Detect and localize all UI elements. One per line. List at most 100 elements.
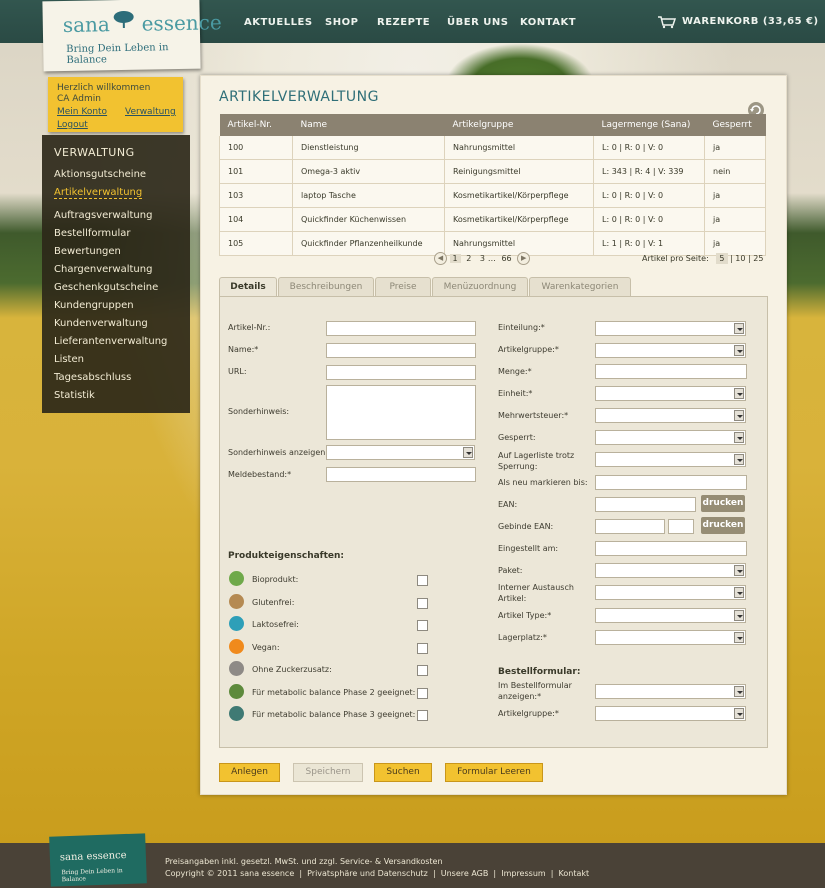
- sidebar-item-bewertungen[interactable]: Bewertungen: [54, 246, 121, 257]
- tab-menuezuordnung[interactable]: Menüzuordnung: [432, 277, 528, 296]
- vegan-checkbox[interactable]: [417, 643, 428, 654]
- footer-logo-text: sana essence: [59, 850, 127, 864]
- sidebar-item-kundenverwaltung[interactable]: Kundenverwaltung: [54, 318, 148, 329]
- ean-input[interactable]: [595, 497, 696, 512]
- column-header[interactable]: Lagermenge (Sana): [593, 114, 705, 136]
- save-button[interactable]: Speichern: [293, 763, 363, 782]
- sidebar-item-aktionsgutscheine[interactable]: Aktionsgutscheine: [54, 169, 146, 180]
- next-page-icon[interactable]: ▶: [517, 252, 531, 265]
- nav-kontakt[interactable]: KONTAKT: [520, 17, 576, 28]
- page-link[interactable]: 1: [449, 254, 461, 263]
- sugar-icon: [229, 661, 244, 676]
- table-row[interactable]: 103 laptop Tasche Kosmetikartikel/Körperpf…: [219, 183, 766, 208]
- sidebar-item-statistik[interactable]: Statistik: [54, 390, 95, 401]
- admin-link[interactable]: Verwaltung: [125, 107, 176, 117]
- cell: Quickfinder Küchenwissen: [292, 207, 445, 232]
- url-label: URL:: [228, 367, 247, 376]
- per-page-option[interactable]: 25: [753, 254, 763, 263]
- print-pack-ean-button[interactable]: drucken: [701, 517, 745, 534]
- column-header[interactable]: Gesperrt: [704, 114, 766, 136]
- show-note-select[interactable]: [326, 445, 475, 460]
- bio-checkbox[interactable]: [417, 575, 428, 586]
- print-ean-button[interactable]: drucken: [701, 495, 745, 512]
- per-page-option[interactable]: 10: [735, 254, 745, 263]
- tab-warenkategorien[interactable]: Warenkategorien: [529, 277, 631, 296]
- footer-logo[interactable]: sana essence Bring Dein Leben in Balance: [49, 833, 147, 887]
- property-label: Ohne Zuckerzusatz:: [252, 665, 332, 674]
- note-textarea[interactable]: [326, 385, 476, 440]
- search-button[interactable]: Suchen: [374, 763, 432, 782]
- tab-preise[interactable]: Preise: [375, 277, 431, 296]
- cell: L: 1 | R: 0 | V: 1: [593, 231, 705, 256]
- clear-form-button[interactable]: Formular Leeren: [445, 763, 543, 782]
- my-account-link[interactable]: Mein Konto: [57, 107, 107, 117]
- chevron-down-icon: [734, 454, 744, 465]
- logout-link[interactable]: Logout: [57, 120, 88, 130]
- sidebar-item-bestellformular[interactable]: Bestellformular: [54, 228, 131, 239]
- lactose-free-checkbox[interactable]: [417, 620, 428, 631]
- column-header[interactable]: Artikelgruppe: [444, 114, 594, 136]
- sidebar-item-artikelverwaltung[interactable]: Artikelverwaltung: [54, 187, 143, 199]
- url-input[interactable]: [326, 365, 476, 380]
- created-input[interactable]: [595, 541, 747, 556]
- mb-phase3-checkbox[interactable]: [417, 710, 428, 721]
- mb-phase2-checkbox[interactable]: [417, 688, 428, 699]
- sidebar-item-chargenverwaltung[interactable]: Chargenverwaltung: [54, 264, 152, 275]
- tab-beschreibungen[interactable]: Beschreibungen: [278, 277, 374, 296]
- min-stock-input[interactable]: [326, 467, 476, 482]
- table-row[interactable]: 100 Dienstleistung Nahrungsmittel L: 0 | R:…: [219, 136, 766, 160]
- order-form-show-select[interactable]: [595, 684, 746, 699]
- exchange-select[interactable]: [595, 585, 746, 600]
- storage-select[interactable]: [595, 630, 746, 645]
- sidebar-item-listen[interactable]: Listen: [54, 354, 84, 365]
- unit-label: Einheit:*: [498, 389, 533, 398]
- article-no-label: Artikel-Nr.:: [228, 323, 271, 332]
- gluten-free-checkbox[interactable]: [417, 598, 428, 609]
- cart-link[interactable]: WARENKORB (33,65 €): [682, 16, 819, 27]
- cart-icon[interactable]: [657, 15, 677, 29]
- column-header[interactable]: Artikel-Nr.: [219, 114, 293, 136]
- unit-select[interactable]: [595, 386, 746, 401]
- group-select[interactable]: [595, 343, 746, 358]
- stocklist-select[interactable]: [595, 452, 746, 467]
- page-link[interactable]: 3: [477, 254, 488, 263]
- order-form-group-select[interactable]: [595, 706, 746, 721]
- logo-text: sana essence: [62, 10, 222, 38]
- table-row[interactable]: 104 Quickfinder Küchenwissen Kosmetikartik…: [219, 207, 766, 232]
- type-select[interactable]: [595, 608, 746, 623]
- logo[interactable]: sana essence Bring Dein Leben in Balance: [42, 0, 222, 72]
- page-title: ARTIKELVERWALTUNG: [219, 89, 379, 105]
- classification-select[interactable]: [595, 321, 746, 336]
- sidebar-item-tagesabschluss[interactable]: Tagesabschluss: [54, 372, 131, 383]
- nav-shop[interactable]: SHOP: [325, 17, 358, 28]
- sidebar-item-kundengruppen[interactable]: Kundengruppen: [54, 300, 134, 311]
- table-row[interactable]: 101 Omega-3 aktiv Reinigungsmittel L: 343 |…: [219, 159, 766, 184]
- create-button[interactable]: Anlegen: [219, 763, 280, 782]
- no-sugar-checkbox[interactable]: [417, 665, 428, 676]
- vat-select[interactable]: [595, 408, 746, 423]
- nav-rezepte[interactable]: REZEPTE: [377, 17, 430, 28]
- sidebar-item-geschenkgutscheine[interactable]: Geschenkgutscheine: [54, 282, 158, 293]
- quantity-input[interactable]: [595, 364, 747, 379]
- sidebar-item-lieferantenverwaltung[interactable]: Lieferantenverwaltung: [54, 336, 167, 347]
- per-page-option[interactable]: 5: [716, 253, 728, 264]
- tab-details[interactable]: Details: [219, 277, 277, 297]
- footer-links[interactable]: Copyright © 2011 sana essence | Privatsp…: [165, 869, 589, 878]
- package-select[interactable]: [595, 563, 746, 578]
- nav-ueber-uns[interactable]: ÜBER UNS: [447, 17, 508, 28]
- pack-ean-count-input[interactable]: [668, 519, 694, 534]
- column-header[interactable]: Name: [292, 114, 445, 136]
- sidebar-item-auftragsverwaltung[interactable]: Auftragsverwaltung: [54, 210, 152, 221]
- mark-new-input[interactable]: [595, 475, 747, 490]
- nav-aktuelles[interactable]: AKTUELLES: [244, 17, 313, 28]
- locked-select[interactable]: [595, 430, 746, 445]
- note-label: Sonderhinweis:: [228, 407, 290, 416]
- page-link[interactable]: 66: [498, 254, 514, 263]
- name-input[interactable]: [326, 343, 476, 358]
- prev-page-icon[interactable]: ◀: [434, 252, 447, 265]
- cell: L: 0 | R: 0 | V: 0: [593, 183, 705, 208]
- pack-ean-input[interactable]: [595, 519, 665, 534]
- chevron-down-icon: [734, 345, 744, 356]
- page-link[interactable]: 2: [463, 254, 474, 263]
- article-no-input[interactable]: [326, 321, 476, 336]
